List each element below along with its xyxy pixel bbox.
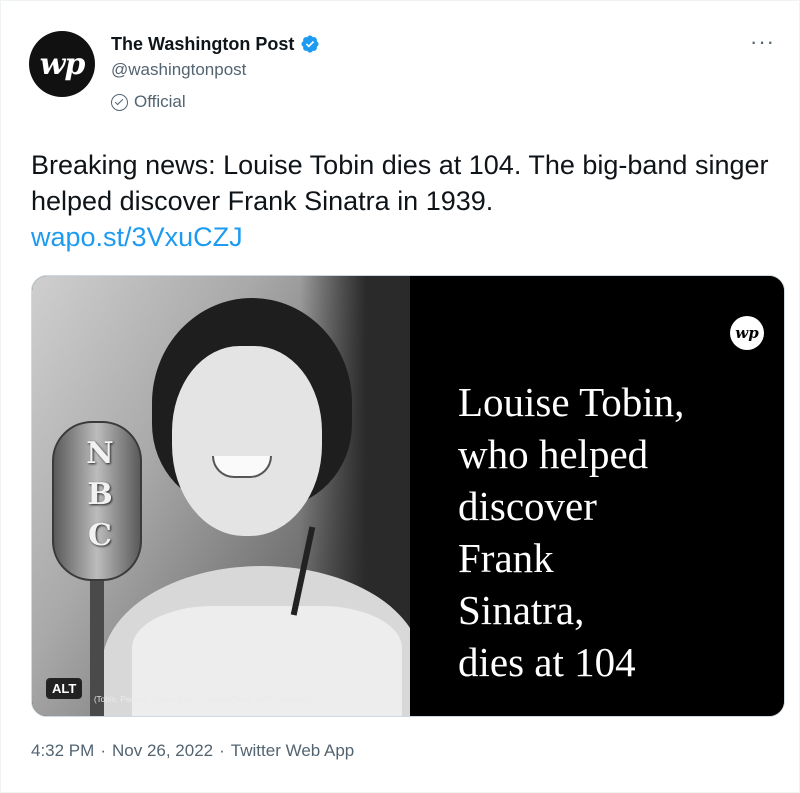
headline-line: discover: [458, 483, 597, 529]
microphone-letters: N B C: [70, 436, 130, 553]
official-label: Official: [134, 92, 186, 111]
author-block: The Washington Post @washingtonpost Offi…: [111, 31, 320, 112]
headline-card: wp Louise Tobin, who helped discover Fra…: [410, 276, 784, 716]
avatar[interactable]: wp: [29, 31, 95, 97]
headline-line: who helped: [458, 431, 649, 477]
meta-separator: ·: [219, 741, 225, 760]
photo-louise-tobin[interactable]: N B C ALT (Tobin, Peanuts Hucko Jazz Col…: [32, 276, 422, 716]
handle[interactable]: @washingtonpost: [111, 60, 320, 80]
name-row: The Washington Post: [111, 31, 320, 57]
alt-text-button[interactable]: ALT: [46, 678, 83, 699]
avatar-logo-text: wp: [39, 46, 86, 82]
photo-face: [172, 346, 322, 536]
headline-line: Frank: [458, 535, 554, 581]
meta-separator: ·: [100, 741, 106, 760]
headline-line: Sinatra,: [458, 587, 585, 633]
official-label-row: Official: [111, 92, 320, 112]
card-headline: Louise Tobin, who helped discover Frank …: [458, 376, 768, 688]
tweet-meta: 4:32 PM · Nov 26, 2022 · Twitter Web App: [31, 741, 354, 761]
official-check-icon: [111, 93, 128, 111]
wp-logo-icon: wp: [730, 316, 764, 350]
tweet-link[interactable]: wapo.st/3VxuCZJ: [31, 219, 781, 255]
more-horizontal-icon[interactable]: ···: [750, 31, 775, 53]
headline-line: Louise Tobin,: [458, 379, 685, 425]
tweet-card: wp The Washington Post @washingtonpost O…: [0, 0, 800, 793]
tweet-date[interactable]: Nov 26, 2022: [112, 741, 213, 761]
mic-letter: N: [86, 436, 114, 471]
tweet-time[interactable]: 4:32 PM: [31, 741, 94, 761]
card-logo-text: wp: [735, 324, 759, 342]
headline-line: dies at 104: [458, 639, 636, 685]
tweet-media[interactable]: N B C ALT (Tobin, Peanuts Hucko Jazz Col…: [31, 275, 785, 717]
tweet-text-block: Breaking news: Louise Tobin dies at 104.…: [31, 147, 781, 255]
mic-letter: B: [87, 477, 113, 512]
tweet-text: Breaking news: Louise Tobin dies at 104.…: [31, 150, 769, 216]
mic-letter: C: [88, 518, 112, 553]
display-name[interactable]: The Washington Post: [111, 34, 294, 55]
tweet-source: Twitter Web App: [230, 741, 355, 760]
photo-credit: (Tobin, Peanuts Hucko Jazz Collection/Te…: [94, 695, 313, 704]
verified-badge-icon[interactable]: [300, 34, 320, 54]
